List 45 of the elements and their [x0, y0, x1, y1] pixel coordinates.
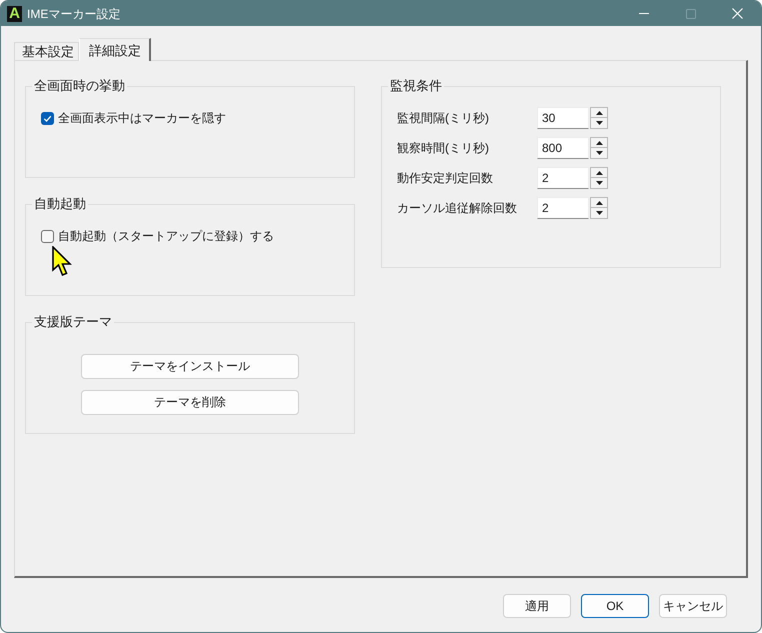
cursor-icon — [52, 246, 74, 278]
spin-up-button[interactable] — [590, 107, 608, 118]
group-title: 自動起動 — [33, 197, 87, 211]
number-field[interactable]: 800 — [537, 137, 589, 159]
group-title: 支援版テーマ — [33, 315, 113, 329]
up-triangle-icon — [596, 140, 602, 144]
field-label: 動作安定判定回数 — [397, 170, 494, 186]
close-icon — [732, 8, 743, 19]
group-title: 監視条件 — [389, 79, 443, 93]
number-field[interactable]: 30 — [537, 107, 589, 129]
spin-up-button[interactable] — [590, 167, 608, 178]
dialog-button[interactable]: キャンセル — [659, 594, 727, 618]
down-triangle-icon — [596, 181, 602, 185]
spin-down-button[interactable] — [590, 118, 608, 129]
spin-down-button[interactable] — [590, 148, 608, 159]
number-field[interactable]: 2 — [537, 167, 589, 189]
field-label: 観察時間(ミリ秒) — [397, 140, 490, 156]
window-title: IMEマーカー設定 — [27, 6, 120, 22]
minimize-icon — [638, 13, 648, 14]
spin-down-button[interactable] — [590, 208, 608, 219]
tab[interactable]: 基本設定 — [14, 42, 79, 60]
number-field[interactable]: 2 — [537, 197, 589, 219]
dialog-button[interactable]: 適用 — [503, 594, 571, 618]
theme-button[interactable]: テーマをインストール — [81, 354, 299, 379]
down-triangle-icon — [596, 211, 602, 215]
theme-button[interactable]: テーマを削除 — [81, 390, 299, 415]
spin-down-button[interactable] — [590, 178, 608, 189]
field-label: カーソル追従解除回数 — [397, 200, 518, 216]
tab[interactable]: 詳細設定 — [79, 38, 151, 61]
spin-up-button[interactable] — [590, 197, 608, 208]
checkbox[interactable] — [41, 112, 54, 124]
down-triangle-icon — [596, 151, 602, 155]
spin-up-button[interactable] — [590, 137, 608, 148]
maximize-icon — [686, 8, 696, 18]
app-logo: A — [7, 6, 22, 22]
checkbox-label[interactable]: 自動起動（スタートアップに登録）する — [58, 228, 274, 244]
up-triangle-icon — [596, 200, 602, 204]
field-label: 監視間隔(ミリ秒) — [397, 110, 490, 126]
group-title: 全画面時の挙動 — [33, 79, 126, 93]
checkbox-label[interactable]: 全画面表示中はマーカーを隠す — [58, 110, 226, 126]
checkbox[interactable] — [41, 230, 54, 242]
up-triangle-icon — [596, 110, 602, 114]
up-triangle-icon — [596, 170, 602, 174]
down-triangle-icon — [596, 121, 602, 125]
dialog-button[interactable]: OK — [581, 594, 649, 618]
